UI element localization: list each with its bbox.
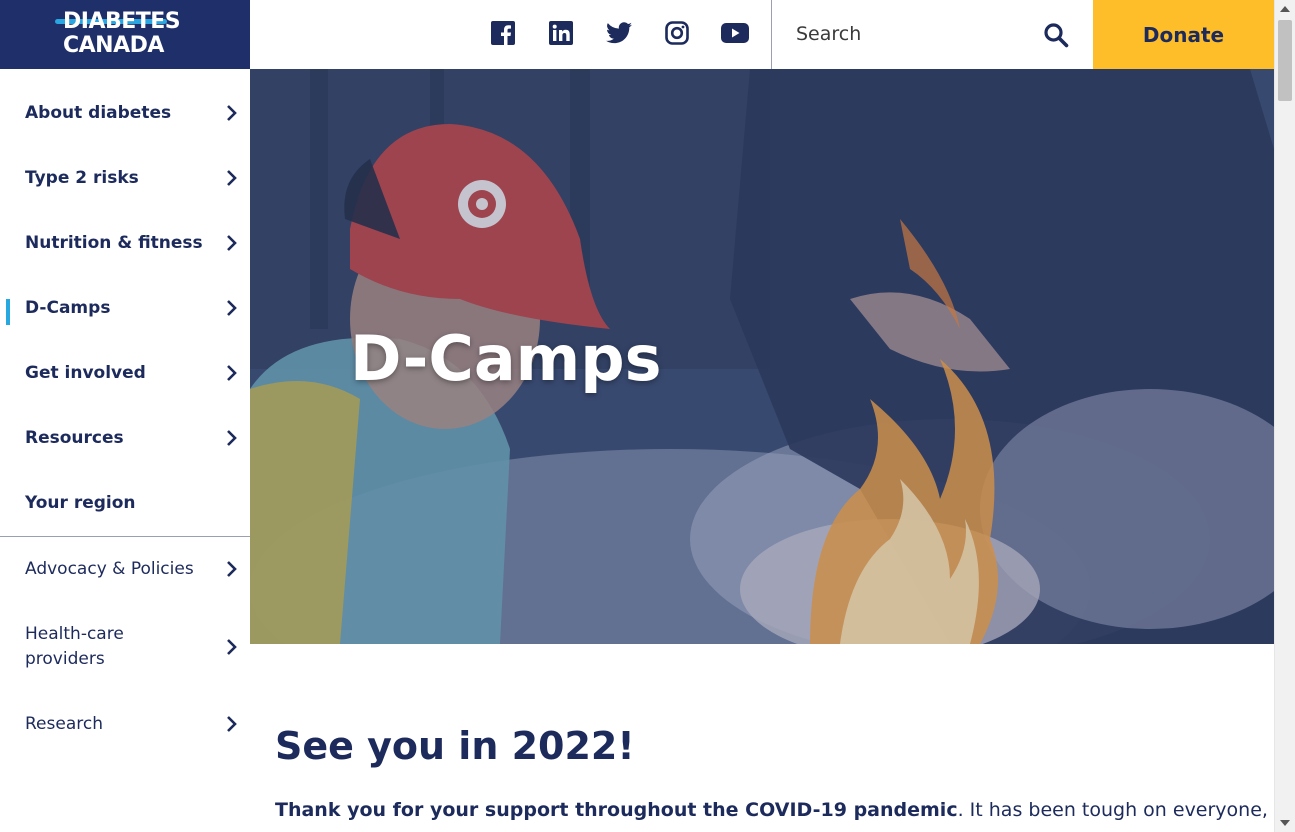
sidebar-item-label: Your region bbox=[25, 492, 136, 513]
scroll-thumb[interactable] bbox=[1278, 20, 1292, 101]
chevron-right-icon bbox=[227, 104, 237, 121]
sidebar-item-health-care-providers[interactable]: Health-care providers bbox=[0, 612, 250, 682]
youtube-icon[interactable] bbox=[718, 16, 752, 50]
scroll-up-icon[interactable] bbox=[1280, 6, 1290, 12]
logo-text: DIABETES CANADA bbox=[63, 9, 181, 58]
sidebar-item-label: Health-care providers bbox=[25, 624, 124, 669]
sidebar-item-advocacy-policies[interactable]: Advocacy & Policies bbox=[0, 537, 250, 602]
sidebar-item-type-2-risks[interactable]: Type 2 risks bbox=[0, 145, 250, 210]
twitter-icon[interactable] bbox=[602, 16, 636, 50]
search-input[interactable] bbox=[796, 18, 1036, 50]
active-indicator bbox=[6, 299, 10, 325]
sidebar-item-label: Nutrition & fitness bbox=[25, 232, 203, 253]
chevron-right-icon bbox=[227, 364, 237, 381]
instagram-icon[interactable] bbox=[660, 16, 694, 50]
scroll-down-icon[interactable] bbox=[1280, 820, 1290, 826]
sidebar-item-get-involved[interactable]: Get involved bbox=[0, 340, 250, 405]
intro-paragraph: Thank you for your support throughout th… bbox=[275, 796, 1268, 824]
hero-banner: D-Camps bbox=[250, 69, 1274, 644]
sidebar-nav: About diabetes Type 2 risks Nutrition & … bbox=[0, 69, 250, 832]
social-links bbox=[486, 16, 752, 50]
site-logo[interactable]: DIABETES CANADA bbox=[0, 0, 250, 69]
sidebar-item-about-diabetes[interactable]: About diabetes bbox=[0, 80, 250, 145]
sidebar-item-label: D-Camps bbox=[25, 297, 111, 318]
sidebar-item-nutrition-fitness[interactable]: Nutrition & fitness bbox=[0, 210, 250, 275]
linkedin-icon[interactable] bbox=[544, 16, 578, 50]
section-heading: See you in 2022! bbox=[275, 724, 635, 768]
sidebar-item-d-camps[interactable]: D-Camps bbox=[0, 275, 250, 340]
sidebar-item-label: About diabetes bbox=[25, 102, 172, 123]
sidebar-item-label: Get involved bbox=[25, 362, 146, 383]
facebook-icon[interactable] bbox=[486, 16, 520, 50]
search-area bbox=[771, 0, 1093, 69]
chevron-right-icon bbox=[227, 169, 237, 186]
sidebar-item-label: Research bbox=[25, 714, 103, 734]
chevron-right-icon bbox=[227, 429, 237, 446]
intro-rest: . It has been tough on everyone, bbox=[957, 799, 1268, 821]
main-content: See you in 2022! Thank you for your supp… bbox=[250, 644, 1274, 832]
sidebar-item-label: Advocacy & Policies bbox=[25, 559, 194, 579]
sidebar-item-your-region[interactable]: Your region bbox=[0, 470, 250, 535]
search-icon[interactable] bbox=[1040, 19, 1072, 51]
page-scrollbar[interactable] bbox=[1274, 0, 1295, 832]
sidebar-item-label: Resources bbox=[25, 427, 124, 448]
chevron-right-icon bbox=[227, 561, 237, 577]
sidebar-item-resources[interactable]: Resources bbox=[0, 405, 250, 470]
sidebar-item-label: Type 2 risks bbox=[25, 167, 139, 188]
chevron-right-icon bbox=[227, 639, 237, 655]
top-bar: Donate bbox=[250, 0, 1274, 69]
chevron-right-icon bbox=[227, 234, 237, 251]
sidebar-item-research[interactable]: Research bbox=[0, 692, 250, 757]
page-title: D-Camps bbox=[350, 322, 662, 395]
chevron-right-icon bbox=[227, 716, 237, 732]
intro-bold: Thank you for your support throughout th… bbox=[275, 799, 958, 821]
donate-button[interactable]: Donate bbox=[1093, 0, 1274, 69]
chevron-right-icon bbox=[227, 299, 237, 316]
